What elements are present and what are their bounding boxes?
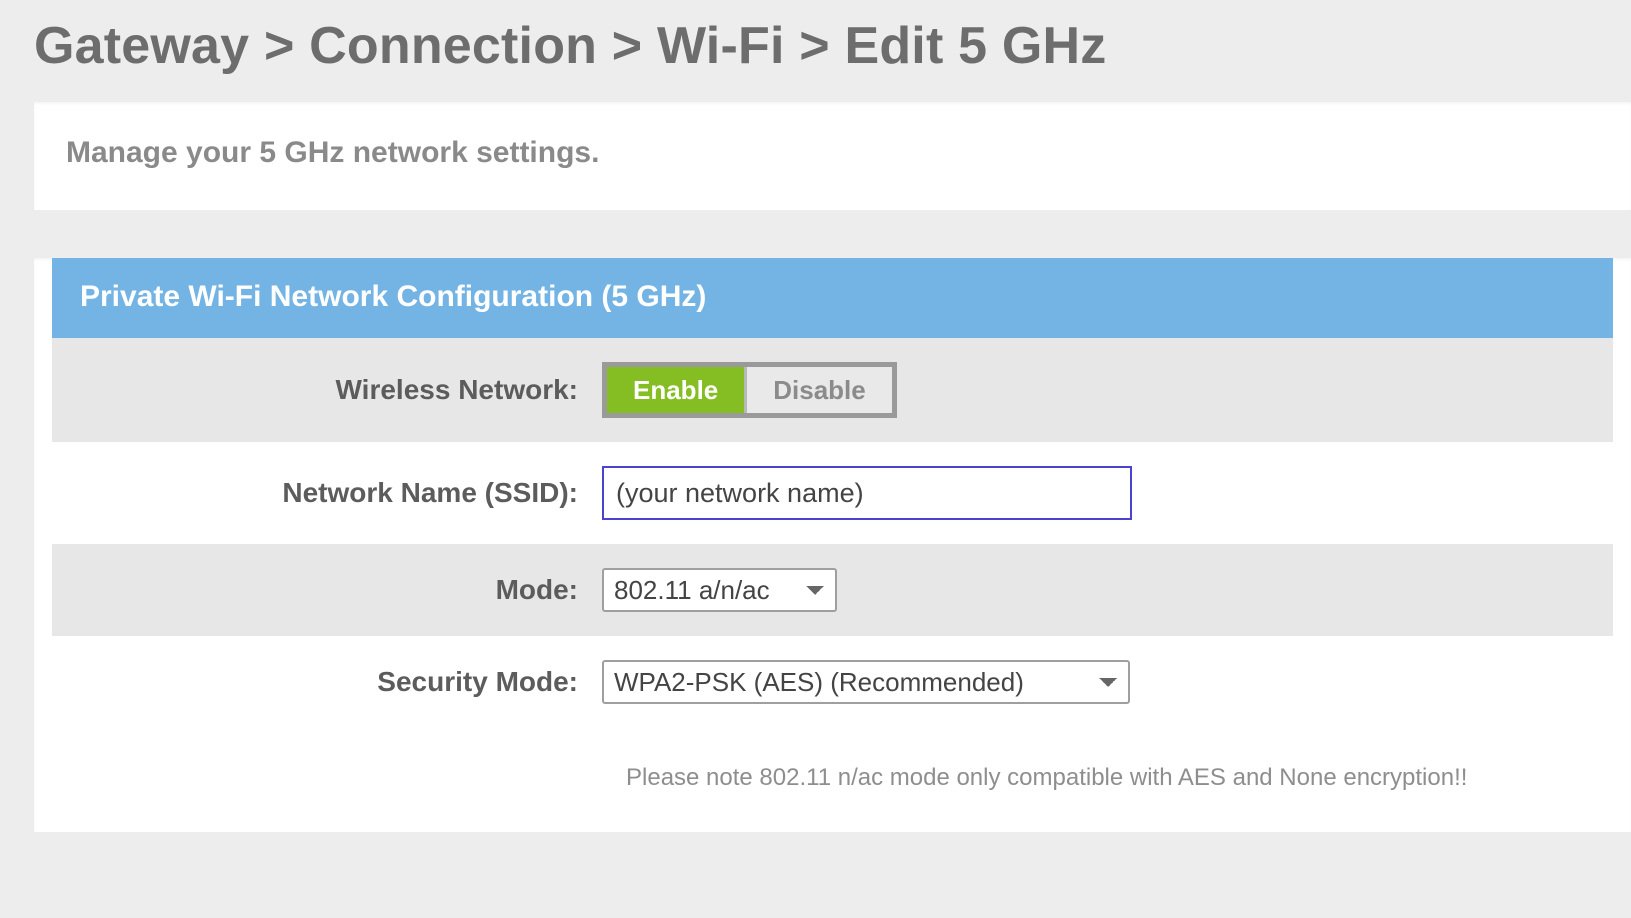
row-security-mode: Security Mode: WPA2-PSK (AES) (Recommend… [52,636,1613,728]
disable-button[interactable]: Disable [744,367,892,413]
security-mode-select[interactable]: WPA2-PSK (AES) (Recommended) [602,660,1130,704]
row-ssid: Network Name (SSID): [52,442,1613,544]
label-security-mode: Security Mode: [52,666,602,698]
ssid-input[interactable] [602,466,1132,520]
label-mode: Mode: [52,574,602,606]
row-mode: Mode: 802.11 a/n/ac [52,544,1613,636]
mode-select[interactable]: 802.11 a/n/ac [602,568,837,612]
config-card: Private Wi-Fi Network Configuration (5 G… [34,258,1631,832]
enable-button[interactable]: Enable [607,367,744,413]
section-header: Private Wi-Fi Network Configuration (5 G… [52,258,1613,338]
compatibility-note: Please note 802.11 n/ac mode only compat… [52,728,1613,792]
label-ssid: Network Name (SSID): [52,477,602,509]
label-wireless-network: Wireless Network: [52,374,602,406]
intro-text: Manage your 5 GHz network settings. [66,136,1599,170]
wireless-network-toggle: Enable Disable [602,362,897,418]
breadcrumb: Gateway > Connection > Wi-Fi > Edit 5 GH… [0,0,1631,96]
row-wireless-network: Wireless Network: Enable Disable [52,338,1613,442]
intro-card: Manage your 5 GHz network settings. [34,102,1631,210]
